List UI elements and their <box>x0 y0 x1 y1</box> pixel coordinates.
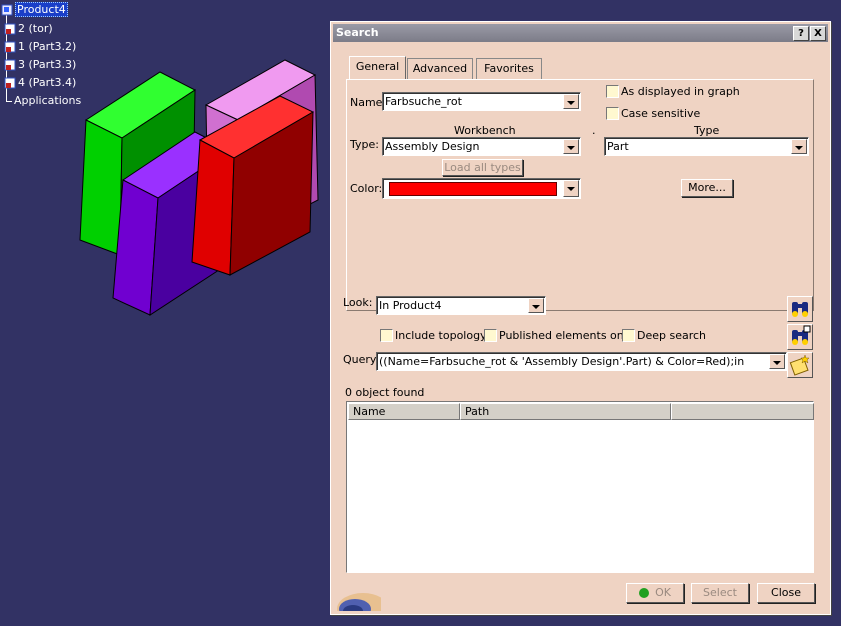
help-button[interactable]: ? <box>793 26 809 41</box>
column-header-empty[interactable] <box>671 403 814 420</box>
chevron-down-icon[interactable] <box>528 298 544 313</box>
type-value: Part <box>607 140 629 153</box>
tree-line <box>6 101 12 102</box>
more-button[interactable]: More... <box>681 179 733 197</box>
chevron-down-icon[interactable] <box>563 94 579 109</box>
chevron-down-icon[interactable] <box>563 139 579 154</box>
ok-icon <box>639 588 650 598</box>
select-button[interactable]: Select <box>691 583 749 603</box>
type-header: Type <box>694 124 720 137</box>
search-dialog: Search ? X General Advanced Favorites Na… <box>330 21 831 625</box>
part-icon <box>4 59 16 71</box>
tree-node-3-part3-3[interactable]: 3 (Part3.3) <box>4 58 76 72</box>
chevron-down-icon[interactable] <box>563 180 579 197</box>
query-combo[interactable]: ((Name=Farbsuche_rot & 'Assembly Design'… <box>376 352 787 371</box>
tab-favorites[interactable]: Favorites <box>476 58 542 79</box>
catia-logo-icon <box>333 579 389 625</box>
tree-node-1-part3-2[interactable]: 1 (Part3.2) <box>4 40 76 54</box>
deep-search-label: Deep search <box>637 329 707 342</box>
tree-node-label[interactable]: 1 (Part3.2) <box>18 40 76 53</box>
as-displayed-checkbox[interactable] <box>606 85 619 98</box>
tree-node-root[interactable]: Product4 <box>1 2 68 17</box>
binoculars-icon <box>788 302 812 324</box>
column-header-path[interactable]: Path <box>460 403 671 420</box>
tree-node-label[interactable]: Product4 <box>15 2 68 17</box>
type-combo[interactable]: Part <box>604 137 809 156</box>
query-value: ((Name=Farbsuche_rot & 'Assembly Design'… <box>379 355 745 368</box>
product-icon <box>1 4 13 16</box>
part-icon <box>4 23 16 35</box>
tree-node-label[interactable]: 2 (tor) <box>18 22 53 35</box>
ok-label: OK <box>655 586 671 599</box>
objects-found-label: 0 object found <box>345 386 425 399</box>
workbench-value: Assembly Design <box>385 140 480 153</box>
add-favorite-button[interactable] <box>787 352 813 378</box>
published-only-label: Published elements only <box>499 329 634 342</box>
look-value: In Product4 <box>379 299 442 312</box>
close-button[interactable]: Close <box>757 583 815 603</box>
include-topology-label: Include topology <box>395 329 487 342</box>
color-swatch <box>389 182 557 196</box>
name-combo[interactable]: Farbsuche_rot <box>382 92 581 111</box>
part-icon <box>4 77 16 89</box>
dialog-title: Search <box>336 26 379 39</box>
color-label: Color: <box>350 182 383 195</box>
results-list[interactable]: Name Path <box>346 401 814 573</box>
color-combo[interactable] <box>382 178 581 199</box>
published-only-checkbox[interactable] <box>484 329 497 342</box>
tree-node-2-tor[interactable]: 2 (tor) <box>4 22 53 36</box>
separator-dot: . <box>592 124 596 137</box>
deep-search-checkbox[interactable] <box>622 329 635 342</box>
tree-node-label[interactable]: 4 (Part3.4) <box>18 76 76 89</box>
chevron-down-icon[interactable] <box>769 354 785 369</box>
close-x-button[interactable]: X <box>810 26 826 41</box>
look-label: Look: <box>343 296 373 309</box>
as-displayed-label: As displayed in graph <box>621 85 740 98</box>
name-label: Name: <box>350 96 387 109</box>
tree-node-applications[interactable]: Applications <box>14 94 81 108</box>
part-icon <box>4 41 16 53</box>
tab-general[interactable]: General <box>349 56 406 79</box>
tree-node-label[interactable]: Applications <box>14 94 81 107</box>
workbench-header: Workbench <box>454 124 516 137</box>
tab-advanced[interactable]: Advanced <box>407 58 473 79</box>
tree-node-4-part3-4[interactable]: 4 (Part3.4) <box>4 76 76 90</box>
ok-button[interactable]: OK <box>626 583 684 603</box>
query-label: Query: <box>343 353 380 366</box>
name-value: Farbsuche_rot <box>385 95 462 108</box>
tree-node-label[interactable]: 3 (Part3.3) <box>18 58 76 71</box>
column-header-name[interactable]: Name <box>348 403 460 420</box>
favorite-note-icon <box>788 354 812 380</box>
search-add-button[interactable] <box>787 324 813 350</box>
look-combo[interactable]: In Product4 <box>376 296 546 315</box>
load-all-types-button[interactable]: Load all types <box>442 159 523 176</box>
case-sensitive-label: Case sensitive <box>621 107 701 120</box>
binoculars-plus-icon <box>788 325 812 352</box>
chevron-down-icon[interactable] <box>791 139 807 154</box>
type-label: Type: <box>350 138 379 151</box>
title-bar[interactable]: Search ? X <box>333 24 828 42</box>
search-binoculars-button[interactable] <box>787 296 813 322</box>
workbench-combo[interactable]: Assembly Design <box>382 137 581 156</box>
include-topology-checkbox[interactable] <box>380 329 393 342</box>
case-sensitive-checkbox[interactable] <box>606 107 619 120</box>
